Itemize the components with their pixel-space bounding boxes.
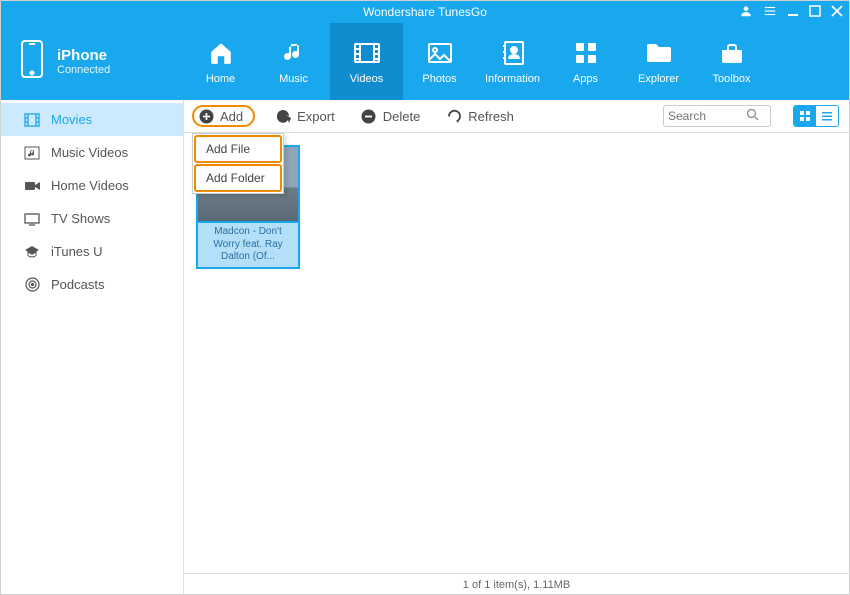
topbar: iPhone Connected Home Music Videos Photo… — [1, 23, 849, 100]
minimize-button[interactable] — [787, 5, 799, 19]
tv-icon — [23, 212, 41, 226]
nav-label: Apps — [573, 73, 598, 85]
toolbox-icon — [719, 38, 745, 68]
music-video-icon — [23, 146, 41, 160]
add-file-item[interactable]: Add File — [194, 135, 282, 163]
refresh-button[interactable]: Refresh — [440, 106, 520, 126]
user-icon[interactable] — [739, 4, 753, 20]
nav-videos[interactable]: Videos — [330, 23, 403, 100]
titlebar: Wondershare TunesGo — [1, 1, 849, 23]
items-area: Madcon - Don't Worry feat. Ray Dalton (O… — [184, 133, 849, 573]
device-panel[interactable]: iPhone Connected — [1, 23, 184, 100]
sidebar-item-movies[interactable]: Movies — [1, 103, 183, 136]
minus-icon — [361, 108, 377, 124]
sidebar-label: iTunes U — [51, 244, 103, 259]
nav-information[interactable]: Information — [476, 23, 549, 100]
delete-label: Delete — [383, 109, 421, 124]
nav-home[interactable]: Home — [184, 23, 257, 100]
sidebar-label: Movies — [51, 112, 92, 127]
search-input[interactable] — [668, 109, 746, 123]
film-icon — [23, 113, 41, 127]
search-box[interactable] — [663, 105, 771, 127]
music-icon — [282, 38, 306, 68]
list-view-button[interactable] — [816, 106, 838, 126]
nav-label: Home — [206, 73, 235, 85]
sidebar-label: Home Videos — [51, 178, 129, 193]
photos-icon — [427, 38, 453, 68]
delete-button[interactable]: Delete — [355, 106, 427, 126]
sidebar-label: Music Videos — [51, 145, 128, 160]
nav-apps[interactable]: Apps — [549, 23, 622, 100]
nav-label: Information — [485, 73, 540, 85]
sidebar-item-tv-shows[interactable]: TV Shows — [1, 202, 183, 235]
search-icon[interactable] — [746, 108, 759, 124]
content: Add Export Delete Refresh — [184, 100, 849, 595]
sidebar: Movies Music Videos Home Videos TV Shows… — [1, 100, 184, 595]
statusbar: 1 of 1 item(s), 1.11MB — [184, 573, 849, 595]
folder-icon — [645, 38, 673, 68]
sidebar-label: TV Shows — [51, 211, 110, 226]
podcast-icon — [23, 277, 41, 292]
sidebar-item-music-videos[interactable]: Music Videos — [1, 136, 183, 169]
export-icon — [275, 108, 291, 124]
graduation-icon — [23, 245, 41, 259]
plus-icon — [198, 108, 214, 124]
sidebar-label: Podcasts — [51, 277, 104, 292]
app-title: Wondershare TunesGo — [363, 5, 487, 19]
window-controls — [739, 1, 843, 23]
toolbar: Add Export Delete Refresh — [184, 100, 849, 133]
nav-label: Videos — [350, 73, 383, 85]
body: Movies Music Videos Home Videos TV Shows… — [1, 100, 849, 595]
nav-label: Photos — [422, 73, 456, 85]
device-text: iPhone Connected — [57, 47, 110, 76]
sidebar-item-home-videos[interactable]: Home Videos — [1, 169, 183, 202]
add-button[interactable]: Add — [192, 105, 255, 127]
nav-label: Explorer — [638, 73, 679, 85]
home-icon — [208, 38, 234, 68]
export-button[interactable]: Export — [269, 106, 341, 126]
maximize-button[interactable] — [809, 5, 821, 19]
contacts-icon — [501, 38, 525, 68]
camcorder-icon — [23, 180, 41, 192]
main-nav: Home Music Videos Photos Information App… — [184, 23, 849, 100]
phone-icon — [19, 39, 45, 84]
add-folder-item[interactable]: Add Folder — [194, 164, 282, 192]
export-label: Export — [297, 109, 335, 124]
thumbnail-caption: Madcon - Don't Worry feat. Ray Dalton (O… — [196, 223, 300, 269]
nav-label: Toolbox — [713, 73, 751, 85]
add-label: Add — [220, 109, 243, 124]
apps-icon — [574, 38, 598, 68]
refresh-label: Refresh — [468, 109, 514, 124]
nav-explorer[interactable]: Explorer — [622, 23, 695, 100]
nav-music[interactable]: Music — [257, 23, 330, 100]
refresh-icon — [446, 108, 462, 124]
menu-icon[interactable] — [763, 4, 777, 20]
nav-toolbox[interactable]: Toolbox — [695, 23, 768, 100]
view-toggle — [793, 105, 839, 127]
sidebar-item-itunes-u[interactable]: iTunes U — [1, 235, 183, 268]
nav-photos[interactable]: Photos — [403, 23, 476, 100]
close-button[interactable] — [831, 5, 843, 19]
status-text: 1 of 1 item(s), 1.11MB — [463, 579, 570, 591]
device-status: Connected — [57, 64, 110, 76]
grid-view-button[interactable] — [794, 106, 816, 126]
device-name: iPhone — [57, 47, 110, 64]
add-dropdown: Add File Add Folder — [192, 133, 284, 194]
sidebar-item-podcasts[interactable]: Podcasts — [1, 268, 183, 301]
videos-icon — [353, 38, 381, 68]
nav-label: Music — [279, 73, 308, 85]
